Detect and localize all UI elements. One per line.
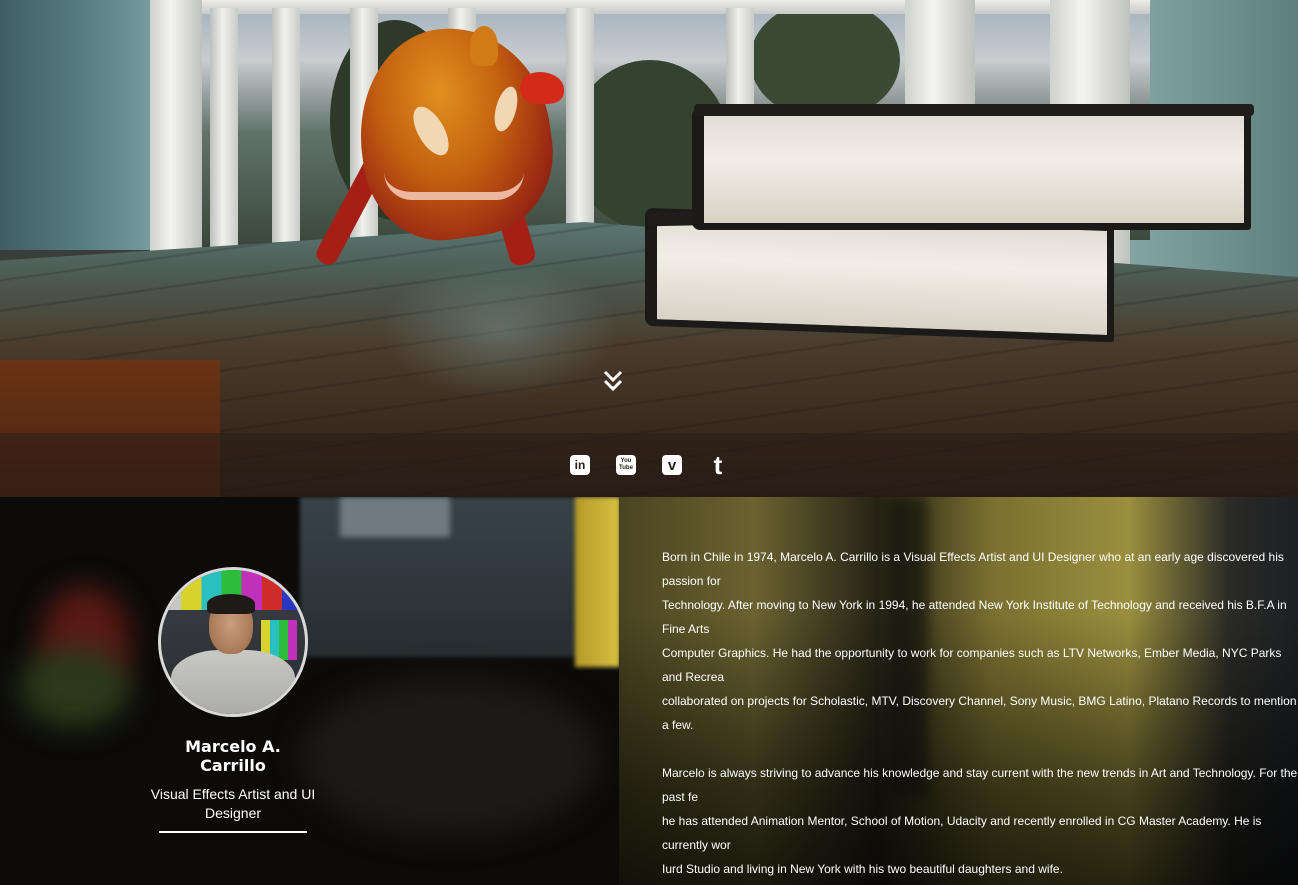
- baluster: [210, 8, 238, 248]
- railing-top: [150, 0, 1150, 14]
- linkedin-icon: in: [570, 455, 590, 475]
- profile-divider: [159, 831, 307, 833]
- creature-nose: [520, 72, 564, 104]
- profile-role: Visual Effects Artist and UI Designer: [150, 786, 316, 821]
- linkedin-link[interactable]: in: [569, 454, 591, 476]
- avatar-hair: [207, 594, 255, 614]
- background-blur: [20, 647, 130, 727]
- tree: [750, 0, 900, 120]
- vimeo-link[interactable]: v: [661, 454, 683, 476]
- baluster: [272, 8, 300, 248]
- railing-post: [150, 0, 202, 280]
- table-reflection: [380, 260, 620, 400]
- profile-name: Marcelo A. Carrillo: [185, 737, 281, 775]
- avatar: [158, 567, 308, 717]
- vimeo-icon: v: [662, 455, 682, 475]
- creature-ear: [470, 26, 498, 66]
- book-top-cover: [694, 104, 1254, 116]
- background-light: [575, 497, 620, 667]
- social-links-bar: in You Tube v t: [0, 433, 1298, 497]
- profile-card: Marcelo A. Carrillo Visual Effects Artis…: [150, 567, 316, 833]
- double-chevron-down-icon: [603, 370, 623, 392]
- tumblr-icon: t: [713, 450, 723, 480]
- baluster: [566, 8, 594, 248]
- hero-wall-left: [0, 0, 160, 250]
- avatar-shirt: [171, 650, 295, 714]
- youtube-link[interactable]: You Tube: [615, 454, 637, 476]
- about-section: Marcelo A. Carrillo Visual Effects Artis…: [0, 497, 1298, 885]
- scroll-down-button[interactable]: [600, 366, 626, 396]
- youtube-icon: You Tube: [616, 455, 636, 475]
- book-top: [692, 108, 1251, 230]
- background-blur: [300, 677, 600, 837]
- tumblr-link[interactable]: t: [707, 450, 729, 480]
- background-monitor-screen: [340, 497, 450, 537]
- bio-paragraph: Marcelo is always striving to advance hi…: [662, 766, 1298, 876]
- bio-paragraph: Born in Chile in 1974, Marcelo A. Carril…: [662, 550, 1297, 732]
- hero-section: in You Tube v t: [0, 0, 1298, 497]
- creature-band: [384, 172, 524, 200]
- bio-text: Born in Chile in 1974, Marcelo A. Carril…: [662, 545, 1298, 885]
